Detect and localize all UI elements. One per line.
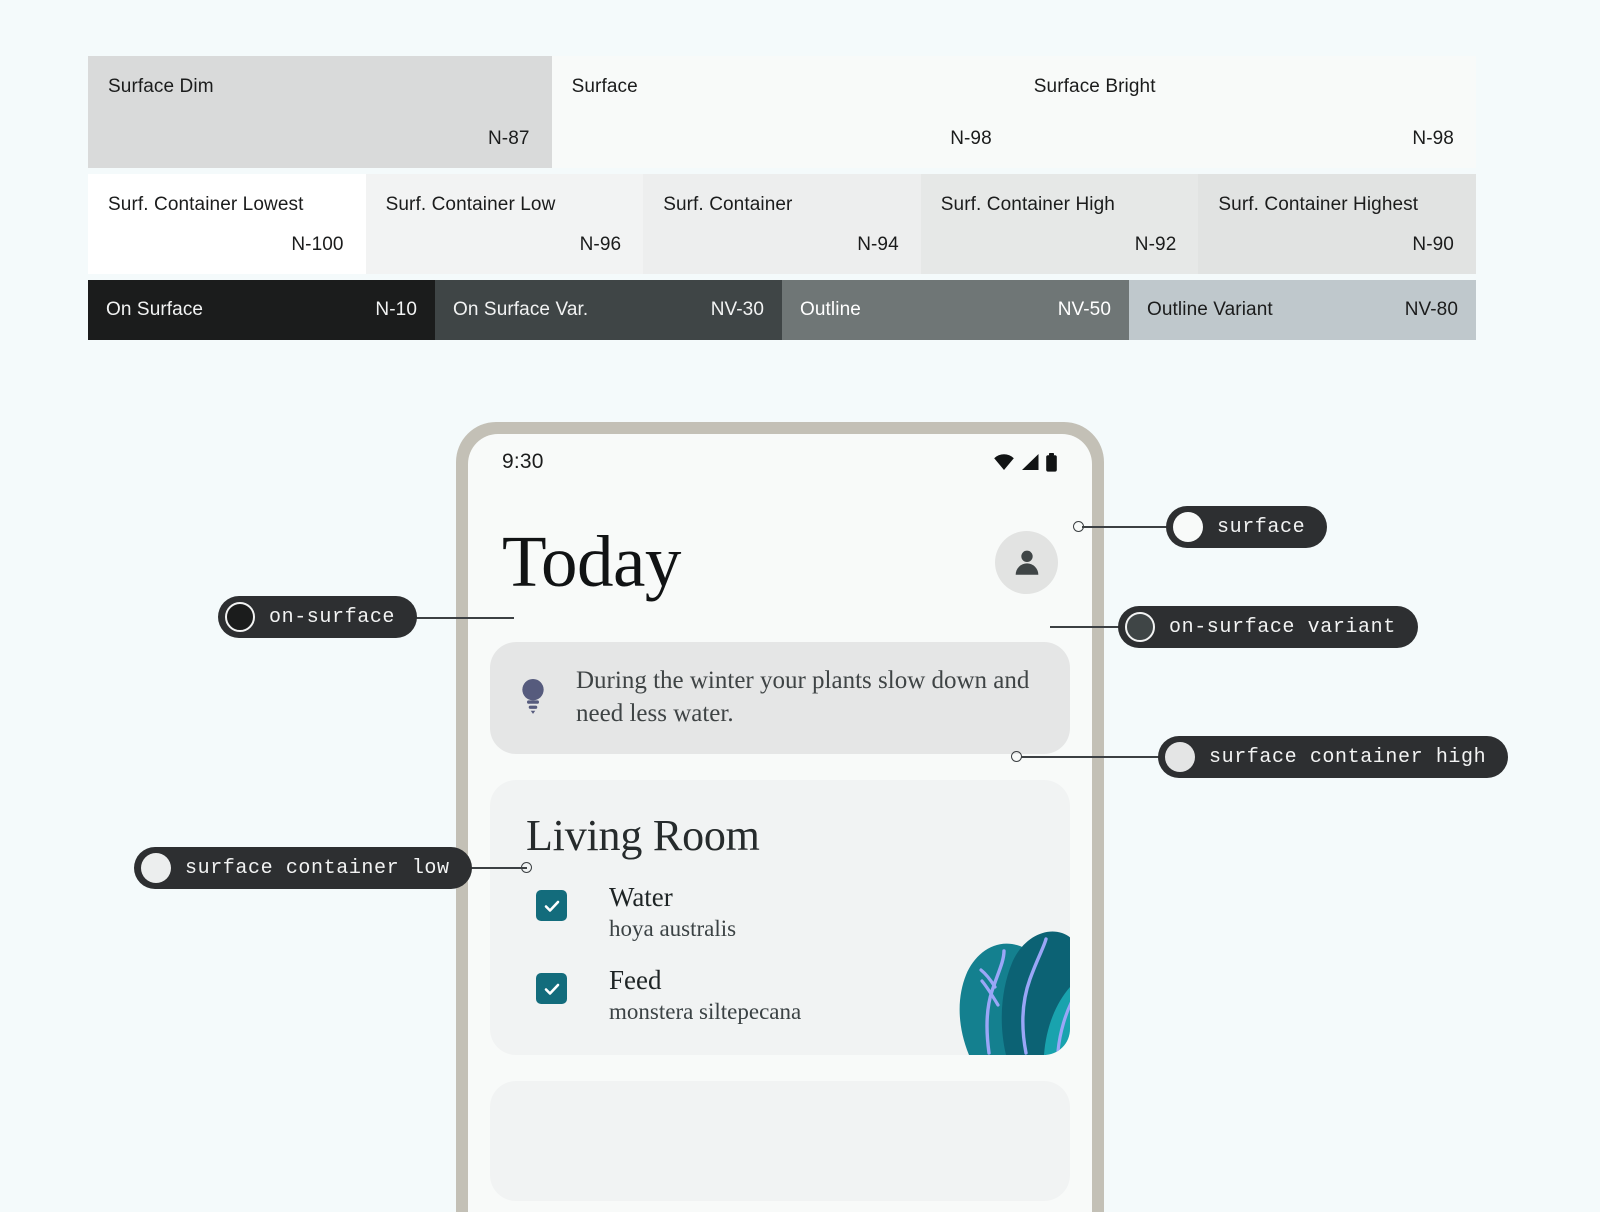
task-subtitle: monstera siltepecana <box>609 999 802 1024</box>
swatch-surface-container-lowest: Surf. Container Lowest N-100 <box>88 174 366 274</box>
pill-color-swatch <box>225 602 255 632</box>
swatch-label: Surf. Container Highest <box>1218 194 1419 215</box>
swatch-label: Outline Variant <box>1147 299 1273 320</box>
check-icon <box>544 983 559 995</box>
next-room-card[interactable] <box>490 1081 1070 1201</box>
pill-color-swatch <box>1125 612 1155 642</box>
pill-label: on-surface variant <box>1169 615 1396 639</box>
task-row[interactable]: Feed monstera siltepecana <box>490 965 1070 1026</box>
annotation-pill-surface-container-high[interactable]: surface container high <box>1158 736 1509 778</box>
swatch-label: Outline <box>800 299 861 320</box>
leader-dot-surface-container-low <box>521 862 532 873</box>
task-title: Water <box>609 882 673 912</box>
swatch-token: N-98 <box>1412 128 1454 149</box>
swatch-surface-container-low: Surf. Container Low N-96 <box>365 174 644 274</box>
leader-line-on-surface-variant <box>1050 626 1120 628</box>
swatch-surface-container-high: Surf. Container High N-92 <box>920 174 1199 274</box>
swatch-surface: Surface N-98 <box>551 56 1014 168</box>
room-card-title: Living Room <box>526 811 760 860</box>
swatch-row-on-surface: On Surface N-10 On Surface Var. NV-30 Ou… <box>88 280 1476 340</box>
task-list: Water hoya australis Feed monstera silte… <box>490 882 1070 1026</box>
pill-label: surface container low <box>185 856 450 880</box>
swatch-token: N-87 <box>487 128 530 149</box>
check-icon <box>544 900 559 912</box>
phone-mockup-frame: 9:30 Today During the winter your plants… <box>456 422 1104 1212</box>
leader-line-on-surface <box>404 617 514 619</box>
status-bar-time: 9:30 <box>502 450 544 473</box>
swatch-row-containers: Surf. Container Lowest N-100 Surf. Conta… <box>88 174 1476 274</box>
task-labels: Water hoya australis <box>609 882 736 943</box>
swatch-label: Surface Dim <box>108 76 214 97</box>
battery-icon <box>1046 452 1057 472</box>
swatch-surface-container-highest: Surf. Container Highest N-90 <box>1198 174 1476 274</box>
pill-color-swatch <box>141 853 171 883</box>
annotation-pill-surface[interactable]: surface <box>1166 506 1328 548</box>
tip-text: During the winter your plants slow down … <box>576 667 1030 727</box>
task-checkbox[interactable] <box>536 973 567 1004</box>
avatar[interactable] <box>995 530 1058 594</box>
swatch-label: Surface <box>571 76 638 97</box>
leader-dot-surface-container-high <box>1011 751 1022 762</box>
swatch-label: Surf. Container High <box>940 194 1115 215</box>
app-header: Today <box>468 490 1092 600</box>
swatch-token: N-98 <box>950 128 992 149</box>
leader-line-surface <box>1082 526 1168 528</box>
swatch-label: Surface Bright <box>1033 76 1156 97</box>
task-checkbox[interactable] <box>536 890 567 921</box>
annotation-pill-on-surface-variant[interactable]: on-surface variant <box>1118 606 1418 648</box>
pill-label: surface container high <box>1209 745 1487 769</box>
swatch-surface-container: Surf. Container N-94 <box>643 174 921 274</box>
pill-label: surface <box>1217 515 1306 539</box>
swatch-token: N-94 <box>857 234 899 255</box>
pill-color-swatch <box>1165 742 1195 772</box>
task-subtitle: hoya australis <box>609 916 737 941</box>
task-labels: Feed monstera siltepecana <box>609 965 801 1026</box>
swatch-label: Surf. Container <box>663 194 793 215</box>
pill-color-swatch <box>1173 512 1203 542</box>
swatch-label: Surf. Container Lowest <box>108 194 304 215</box>
swatch-outline-variant: Outline Variant NV-80 <box>1129 280 1476 340</box>
swatch-token: N-92 <box>1134 234 1177 255</box>
swatch-token: N-10 <box>375 299 417 320</box>
swatch-token: NV-50 <box>1057 299 1111 320</box>
task-row[interactable]: Water hoya australis <box>490 882 1070 943</box>
status-bar-icons <box>993 452 1058 472</box>
annotation-pill-on-surface[interactable]: on-surface <box>218 596 418 638</box>
tip-card: During the winter your plants slow down … <box>490 642 1070 754</box>
page-title: Today <box>502 521 681 602</box>
leader-dot-surface <box>1073 521 1084 532</box>
wifi-icon <box>994 454 1014 470</box>
swatch-row-surface: Surface Dim N-87 Surface N-98 Surface Br… <box>88 56 1476 168</box>
swatch-on-surface-variant: On Surface Var. NV-30 <box>435 280 782 340</box>
status-bar: 9:30 <box>468 434 1092 490</box>
swatch-surface-bright: Surface Bright N-98 <box>1013 56 1476 168</box>
swatch-token: NV-80 <box>1404 299 1458 320</box>
swatch-token: N-90 <box>1412 234 1454 255</box>
swatch-token: N-96 <box>579 234 622 255</box>
phone-screen: 9:30 Today During the winter your plants… <box>468 434 1092 1212</box>
surface-color-swatch-table: Surface Dim N-87 Surface N-98 Surface Br… <box>88 56 1476 340</box>
swatch-label: Surf. Container Low <box>385 194 556 215</box>
annotation-pill-surface-container-low[interactable]: surface container low <box>134 847 472 889</box>
leader-line-surface-container-high <box>1021 756 1161 758</box>
swatch-token: NV-30 <box>710 299 764 320</box>
person-icon <box>1015 550 1038 575</box>
pill-label: on-surface <box>269 605 396 629</box>
cell-signal-icon <box>1022 454 1039 470</box>
task-title: Feed <box>609 965 662 995</box>
swatch-label: On Surface Var. <box>453 299 589 320</box>
room-card: Living Room Water hoya australis Feed mo… <box>490 780 1070 1055</box>
swatch-on-surface: On Surface N-10 <box>88 280 435 340</box>
swatch-label: On Surface <box>106 299 204 320</box>
swatch-outline: Outline NV-50 <box>782 280 1129 340</box>
swatch-surface-dim: Surface Dim N-87 <box>88 56 552 168</box>
swatch-token: N-100 <box>291 234 344 255</box>
lightbulb-icon <box>516 675 550 720</box>
